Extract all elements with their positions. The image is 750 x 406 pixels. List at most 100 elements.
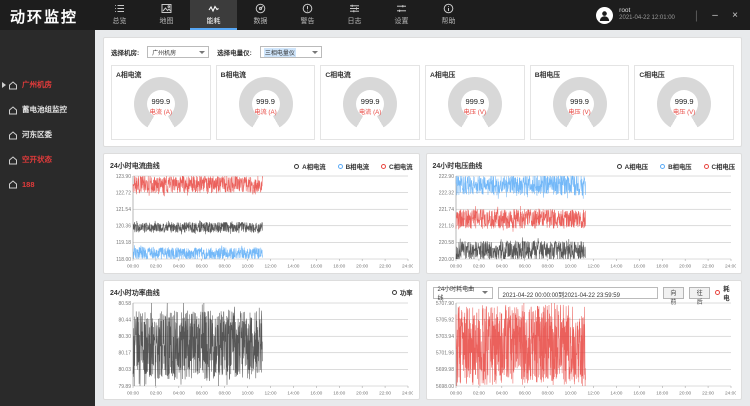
meter-select-label: 选择电量仪: (217, 47, 252, 57)
svg-text:80.58: 80.58 (118, 300, 131, 306)
tab-logs[interactable]: 日志 (331, 0, 378, 30)
svg-text:02:00: 02:00 (472, 264, 484, 270)
svg-text:12:00: 12:00 (264, 390, 276, 396)
legend-label: C相电压 (712, 162, 735, 171)
svg-text:14:00: 14:00 (610, 264, 622, 270)
svg-text:80.44: 80.44 (118, 317, 131, 323)
svg-text:06:00: 06:00 (518, 390, 530, 396)
consumption-chart-panel: 24小时耗电曲线 2021-04-22 00:00:00到2021-04-22 … (426, 280, 743, 401)
legend-item[interactable]: C相电流 (381, 162, 412, 171)
gauge-card-b-current: B相电流 999.9 电流 (A) (216, 65, 316, 140)
svg-text:5698.00: 5698.00 (435, 383, 453, 389)
sidebar-item-hedong[interactable]: 河东区委 (0, 122, 95, 147)
svg-text:222.32: 222.32 (438, 190, 454, 196)
svg-text:20:00: 20:00 (679, 264, 691, 270)
gauge-value: 999.9 (151, 97, 170, 106)
svg-text:22:00: 22:00 (379, 264, 391, 270)
current-chart-plot[interactable]: 123.90122.72121.54120.36119.18118.0000:0… (110, 173, 413, 270)
chevron-down-icon (312, 51, 318, 54)
home-icon (8, 179, 18, 189)
step-forward-button[interactable]: 往后 (689, 287, 710, 299)
svg-text:5699.98: 5699.98 (435, 367, 453, 373)
gauge-row: A相电流 999.9 电流 (A) B相电流 999.9 电流 (A) C相电流 (111, 65, 734, 140)
chart-legend: 功率 (392, 288, 413, 297)
svg-text:12:00: 12:00 (264, 264, 276, 270)
svg-text:121.54: 121.54 (116, 207, 132, 213)
date-range-input[interactable]: 2021-04-22 00:00:00到2021-04-22 23:59:59 (498, 287, 658, 299)
power-chart-plot[interactable]: 80.5880.4480.3080.1780.0379.8900:0002:00… (110, 300, 413, 397)
home-icon (8, 105, 18, 115)
step-back-button[interactable]: 向前 (663, 287, 684, 299)
gauge-card-a-current: A相电流 999.9 电流 (A) (111, 65, 211, 140)
chart-title: 24小时电流曲线 (110, 161, 160, 171)
chart-legend: A相电流 B相电流 C相电流 (294, 162, 412, 171)
user-name: root (619, 7, 675, 15)
close-button[interactable]: × (728, 10, 742, 21)
legend-ring-icon (704, 164, 709, 169)
gauge-value: 999.9 (361, 97, 380, 106)
legend-item[interactable]: B相电压 (660, 162, 691, 171)
legend-item[interactable]: C相电压 (704, 162, 735, 171)
main-nav: 总览 地图 能耗 数据 警告 日志 (96, 0, 472, 30)
map-icon (161, 3, 172, 14)
svg-text:08:00: 08:00 (219, 264, 231, 270)
legend-item[interactable]: A相电压 (617, 162, 648, 171)
svg-text:04:00: 04:00 (173, 390, 185, 396)
gauge-card-b-voltage: B相电压 999.9 电压 (V) (530, 65, 630, 140)
svg-text:24:00: 24:00 (724, 390, 735, 396)
svg-text:12:00: 12:00 (587, 264, 599, 270)
tab-data[interactable]: 数据 (237, 0, 284, 30)
svg-text:220.58: 220.58 (438, 240, 454, 246)
legend-item[interactable]: A相电流 (294, 162, 325, 171)
svg-text:04:00: 04:00 (495, 264, 507, 270)
svg-text:04:00: 04:00 (495, 390, 507, 396)
tab-settings[interactable]: 设置 (378, 0, 425, 30)
legend-item[interactable]: B相电流 (338, 162, 369, 171)
tab-alerts[interactable]: 警告 (284, 0, 331, 30)
svg-text:80.30: 80.30 (118, 334, 131, 340)
minimize-button[interactable]: – (708, 10, 722, 21)
tab-label: 总览 (113, 16, 127, 26)
gauge-card-c-voltage: C相电压 999.9 电压 (V) (634, 65, 734, 140)
voltage-chart-plot[interactable]: 222.90222.32221.74221.16220.58220.0000:0… (433, 173, 736, 270)
svg-text:08:00: 08:00 (541, 390, 553, 396)
sidebar-item-188[interactable]: 188 (0, 172, 95, 196)
room-select[interactable]: 广州机房 (147, 46, 209, 58)
gauge-value: 999.9 (465, 97, 484, 106)
svg-text:80.03: 80.03 (118, 367, 131, 373)
svg-text:18:00: 18:00 (656, 390, 668, 396)
tab-help[interactable]: 帮助 (425, 0, 472, 30)
svg-text:220.00: 220.00 (438, 257, 454, 263)
gauge-card-c-current: C相电流 999.9 电流 (A) (320, 65, 420, 140)
user-datetime: 2021-04-22 12:01:00 (619, 15, 675, 23)
chart-title: 24小时功率曲线 (110, 288, 160, 298)
consumption-chart-plot[interactable]: 5707.905705.925703.945701.965699.985698.… (433, 300, 736, 397)
sidebar-item-battery-monitor[interactable]: 蓄电池组监控 (0, 97, 95, 122)
svg-text:14:00: 14:00 (287, 390, 299, 396)
tab-map[interactable]: 地图 (143, 0, 190, 30)
legend-ring-icon (381, 164, 386, 169)
curve-type-select[interactable]: 24小时耗电曲线 (433, 287, 493, 299)
tab-energy[interactable]: 能耗 (190, 0, 237, 30)
legend-item[interactable]: 功率 (392, 288, 413, 297)
sidebar-item-breaker-status[interactable]: 空开状态 (0, 147, 95, 172)
svg-text:16:00: 16:00 (633, 390, 645, 396)
meter-select[interactable]: 三相电量仪 (260, 46, 322, 58)
sidebar-item-guangzhou-room[interactable]: 广州机房 (0, 72, 95, 97)
legend-ring-icon (294, 164, 299, 169)
chevron-down-icon (199, 51, 205, 54)
legend-ring-icon (617, 164, 622, 169)
svg-text:02:00: 02:00 (150, 264, 162, 270)
tab-label: 警告 (301, 16, 315, 26)
tab-overview[interactable]: 总览 (96, 0, 143, 30)
sidebar-item-label: 蓄电池组监控 (22, 104, 67, 115)
user-avatar[interactable] (596, 7, 613, 24)
info-circle-icon (443, 3, 454, 14)
home-icon (8, 155, 18, 165)
svg-text:16:00: 16:00 (633, 264, 645, 270)
svg-text:20:00: 20:00 (356, 264, 368, 270)
current-chart-panel: 24小时电流曲线 A相电流 B相电流 C相电流 123.90122.72121.54… (103, 153, 420, 274)
bottom-charts-row: 24小时功率曲线 功率 80.5880.4480.3080.1780.0379.… (103, 280, 742, 401)
svg-text:221.16: 221.16 (438, 224, 454, 230)
svg-text:00:00: 00:00 (127, 264, 139, 270)
